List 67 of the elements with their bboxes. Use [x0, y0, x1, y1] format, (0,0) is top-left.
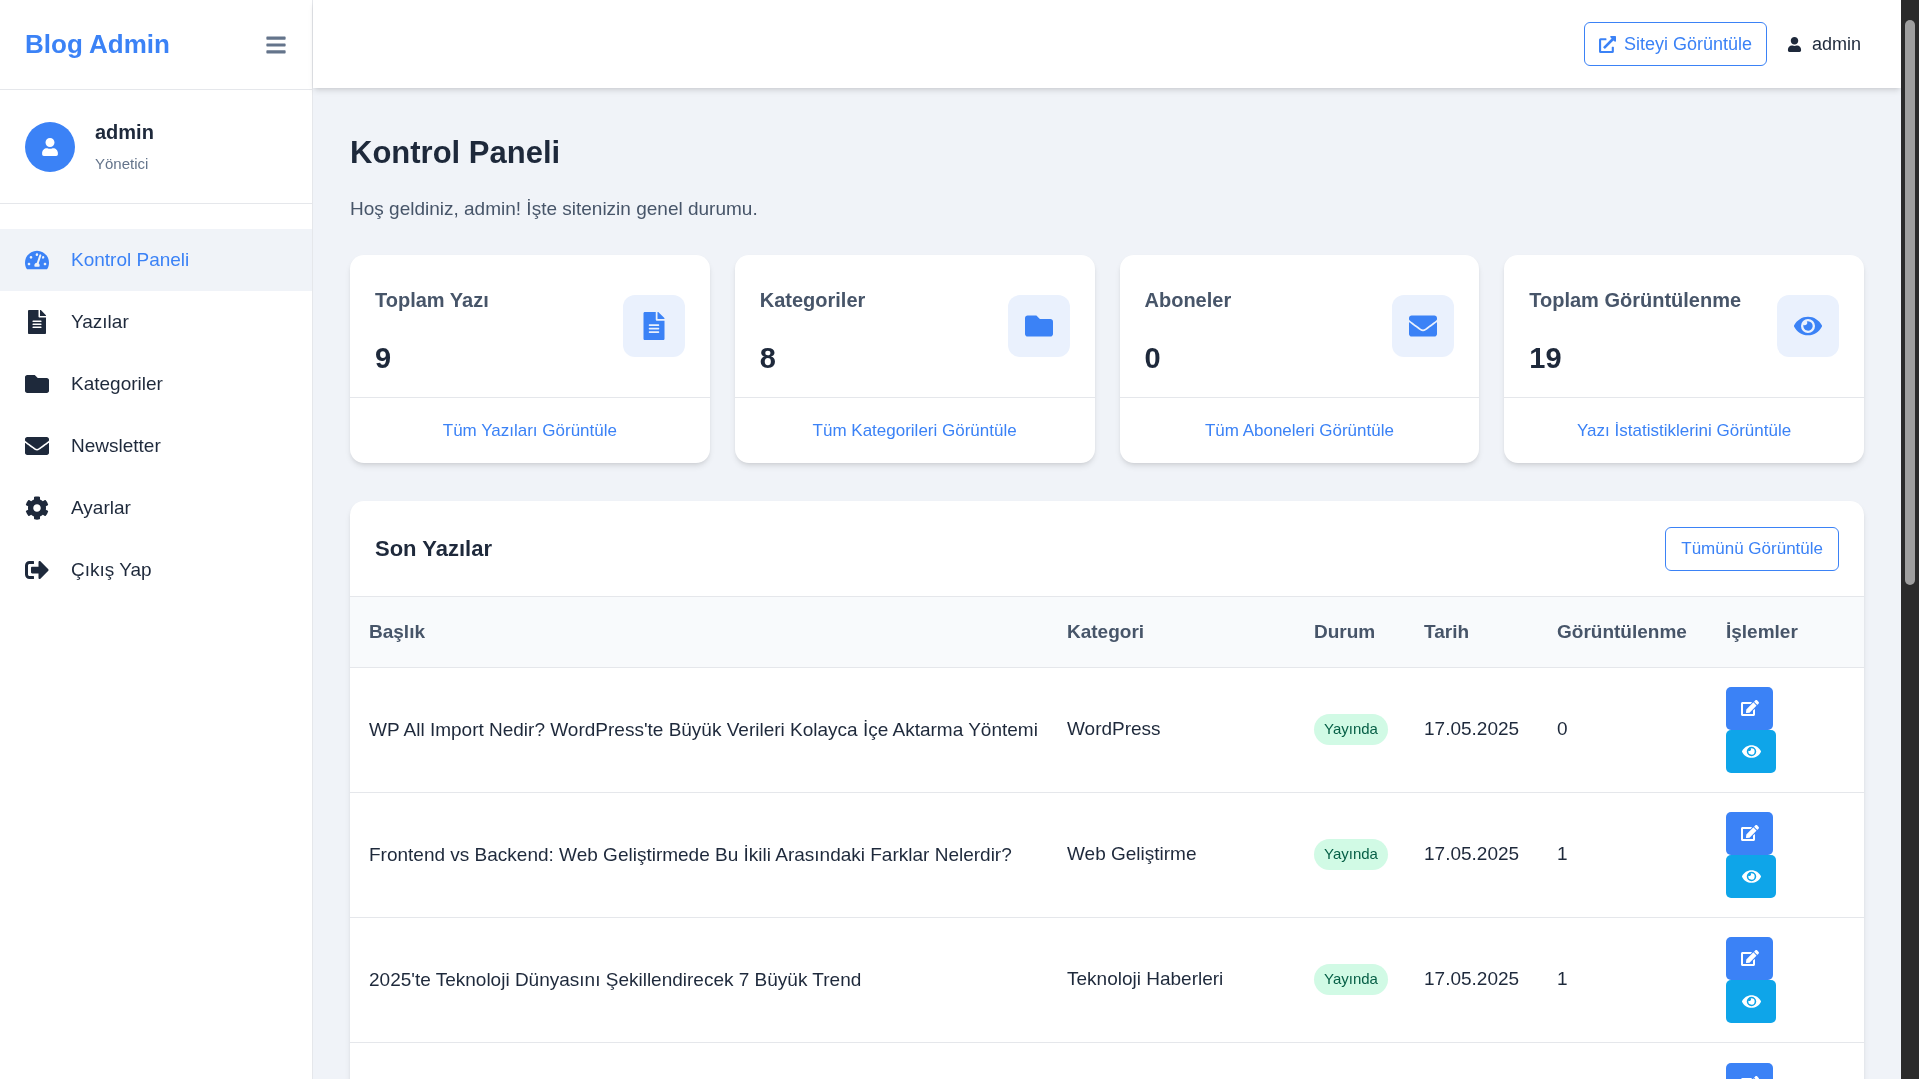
- post-date: 17.05.2025: [1424, 718, 1520, 740]
- sidebar-item[interactable]: Kategoriler: [0, 353, 312, 415]
- status-badge: Yayında: [1314, 714, 1388, 745]
- user-name: admin: [95, 120, 154, 146]
- page-subtitle: Hoş geldiniz, admin! İşte sitenizin genel durumu.: [350, 196, 759, 221]
- header-user-name: admin: [1811, 32, 1861, 56]
- column-header: Tarih: [1424, 620, 1470, 642]
- page-title: Kontrol Paneli: [350, 134, 562, 172]
- stat-value: 19: [1529, 341, 1563, 376]
- edit-button[interactable]: [1726, 811, 1773, 855]
- post-views: 1: [1557, 843, 1568, 865]
- post-date: 17.05.2025: [1424, 843, 1520, 865]
- scrollbar[interactable]: [1901, 0, 1919, 1079]
- stat-value: 8: [759, 341, 777, 376]
- stat-label: Kategoriler: [759, 288, 866, 313]
- view-button[interactable]: [1726, 729, 1776, 773]
- post-views: 0: [1557, 718, 1568, 740]
- sidebar-item[interactable]: Çıkış Yap: [0, 539, 312, 601]
- edit-icon: [1740, 949, 1759, 967]
- post-category: Teknoloji Haberleri: [1067, 968, 1224, 990]
- edit-button[interactable]: [1726, 686, 1773, 730]
- stat-label: Aboneler: [1144, 288, 1232, 313]
- user-role: Yönetici: [95, 154, 150, 175]
- edit-icon: [1740, 824, 1759, 842]
- column-header: Durum: [1314, 620, 1376, 642]
- stat-link[interactable]: Tüm Aboneleri Görüntüle: [1204, 417, 1394, 444]
- brand-title: Blog Admin: [25, 28, 170, 61]
- envelope-icon: [25, 434, 49, 458]
- post-date: 17.05.2025: [1424, 968, 1520, 990]
- edit-button[interactable]: [1726, 936, 1773, 980]
- sidebar-item[interactable]: Newsletter: [0, 415, 312, 477]
- status-badge: Yayında: [1314, 839, 1388, 870]
- stat-link[interactable]: Yazı İstatistiklerini Görüntüle: [1577, 417, 1792, 444]
- post-category: WordPress: [1067, 718, 1161, 740]
- document-icon: [25, 310, 49, 334]
- view-button[interactable]: [1726, 854, 1776, 898]
- settings-icon: [25, 496, 49, 520]
- column-header: Başlık: [369, 620, 425, 642]
- sidebar-item[interactable]: Kontrol Paneli: [0, 229, 312, 291]
- column-header: Kategori: [1067, 620, 1145, 642]
- post-title: WP All Import Nedir? WordPress'te Büyük Verileri Kolayca İçe Aktarma Yöntemi: [369, 718, 1038, 740]
- column-header: İşlemler: [1726, 620, 1798, 642]
- view-all-button[interactable]: Tümünü Görüntüle: [1665, 526, 1839, 571]
- column-header: Görüntülenme: [1557, 620, 1687, 642]
- post-title: Frontend vs Backend: Web Geliştirmede Bu İkili Arasındaki Farklar Nelerdir?: [369, 843, 1012, 865]
- gauge-icon: [25, 248, 49, 272]
- person-icon: [41, 137, 59, 156]
- stat-link[interactable]: Tüm Kategorileri Görüntüle: [812, 417, 1017, 444]
- stat-value: 0: [1144, 341, 1162, 376]
- sidebar-item[interactable]: Ayarlar: [0, 477, 312, 539]
- view-site-button[interactable]: Siteyi Görüntüle: [1583, 22, 1767, 66]
- view-button[interactable]: [1726, 979, 1776, 1023]
- folder-icon: [25, 372, 49, 396]
- post-views: 1: [1557, 968, 1568, 990]
- panel-title: Son Yazılar: [375, 535, 492, 563]
- post-category: Web Geliştirme: [1067, 843, 1197, 865]
- sidebar-item[interactable]: Yazılar: [0, 291, 312, 353]
- post-title: 2025'te Teknoloji Dünyasını Şekillendirecek 7 Büyük Trend: [369, 968, 862, 990]
- status-badge: Yayında: [1314, 964, 1388, 995]
- stat-link[interactable]: Tüm Yazıları Görüntüle: [442, 417, 617, 444]
- stat-label: Toplam Görüntülenme: [1529, 288, 1742, 313]
- user-icon: [1786, 36, 1802, 52]
- logout-icon: [25, 558, 49, 582]
- external-link-icon: [1598, 35, 1616, 53]
- edit-icon: [1740, 699, 1759, 717]
- stat-value: 9: [375, 341, 393, 376]
- stat-label: Toplam Yazı: [375, 288, 489, 313]
